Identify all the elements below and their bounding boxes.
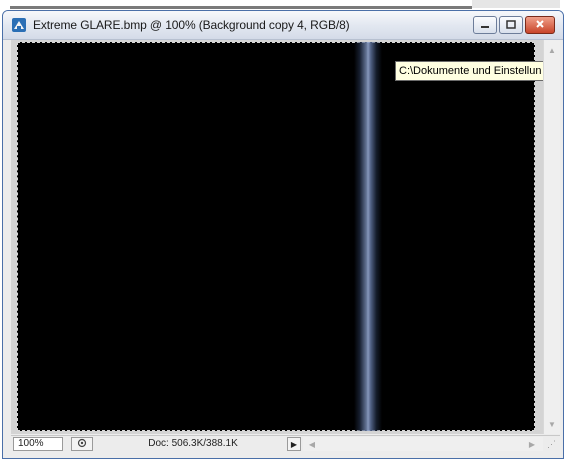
zoom-field[interactable]: 100% <box>13 437 63 451</box>
resize-grip-icon[interactable]: ⋰ <box>547 438 559 450</box>
status-menu-button[interactable]: ▶ <box>287 437 301 451</box>
scroll-down-arrow-icon[interactable]: ▼ <box>544 416 560 432</box>
glare-streak <box>354 42 382 431</box>
top-strip-dark <box>10 6 472 9</box>
status-preview-button[interactable] <box>71 437 93 451</box>
photoshop-document-icon[interactable] <box>11 17 27 33</box>
minimize-button[interactable] <box>473 16 497 34</box>
preview-icon <box>77 438 87 451</box>
maximize-icon <box>506 16 516 34</box>
canvas-area[interactable] <box>11 40 543 434</box>
top-strip <box>0 0 566 10</box>
window-title: Extreme GLARE.bmp @ 100% (Background cop… <box>33 18 350 32</box>
minimize-icon <box>480 16 490 34</box>
close-icon <box>535 16 545 34</box>
close-button[interactable] <box>525 16 555 34</box>
top-strip-light <box>472 0 560 8</box>
path-tooltip: C:\Dokumente und Einstellun <box>395 61 555 81</box>
scroll-right-arrow-icon[interactable]: ▶ <box>525 437 539 451</box>
document-size-info: Doc: 506.3K/388.1K <box>148 438 238 449</box>
title-bar[interactable]: Extreme GLARE.bmp @ 100% (Background cop… <box>3 11 563 40</box>
scroll-up-arrow-icon[interactable]: ▲ <box>544 42 560 58</box>
maximize-button[interactable] <box>499 16 523 34</box>
triangle-right-icon: ▶ <box>290 439 298 449</box>
vertical-scrollbar[interactable]: ▲ ▼ <box>543 40 560 434</box>
scroll-left-arrow-icon[interactable]: ◀ <box>305 437 319 451</box>
document-window: Extreme GLARE.bmp @ 100% (Background cop… <box>2 10 564 459</box>
image-canvas[interactable] <box>17 42 535 431</box>
status-bar: 100% Doc: 506.3K/388.1K ▶ ◀ ▶ ⋰ <box>11 435 560 454</box>
horizontal-scrollbar[interactable]: ◀ ▶ <box>303 437 543 451</box>
